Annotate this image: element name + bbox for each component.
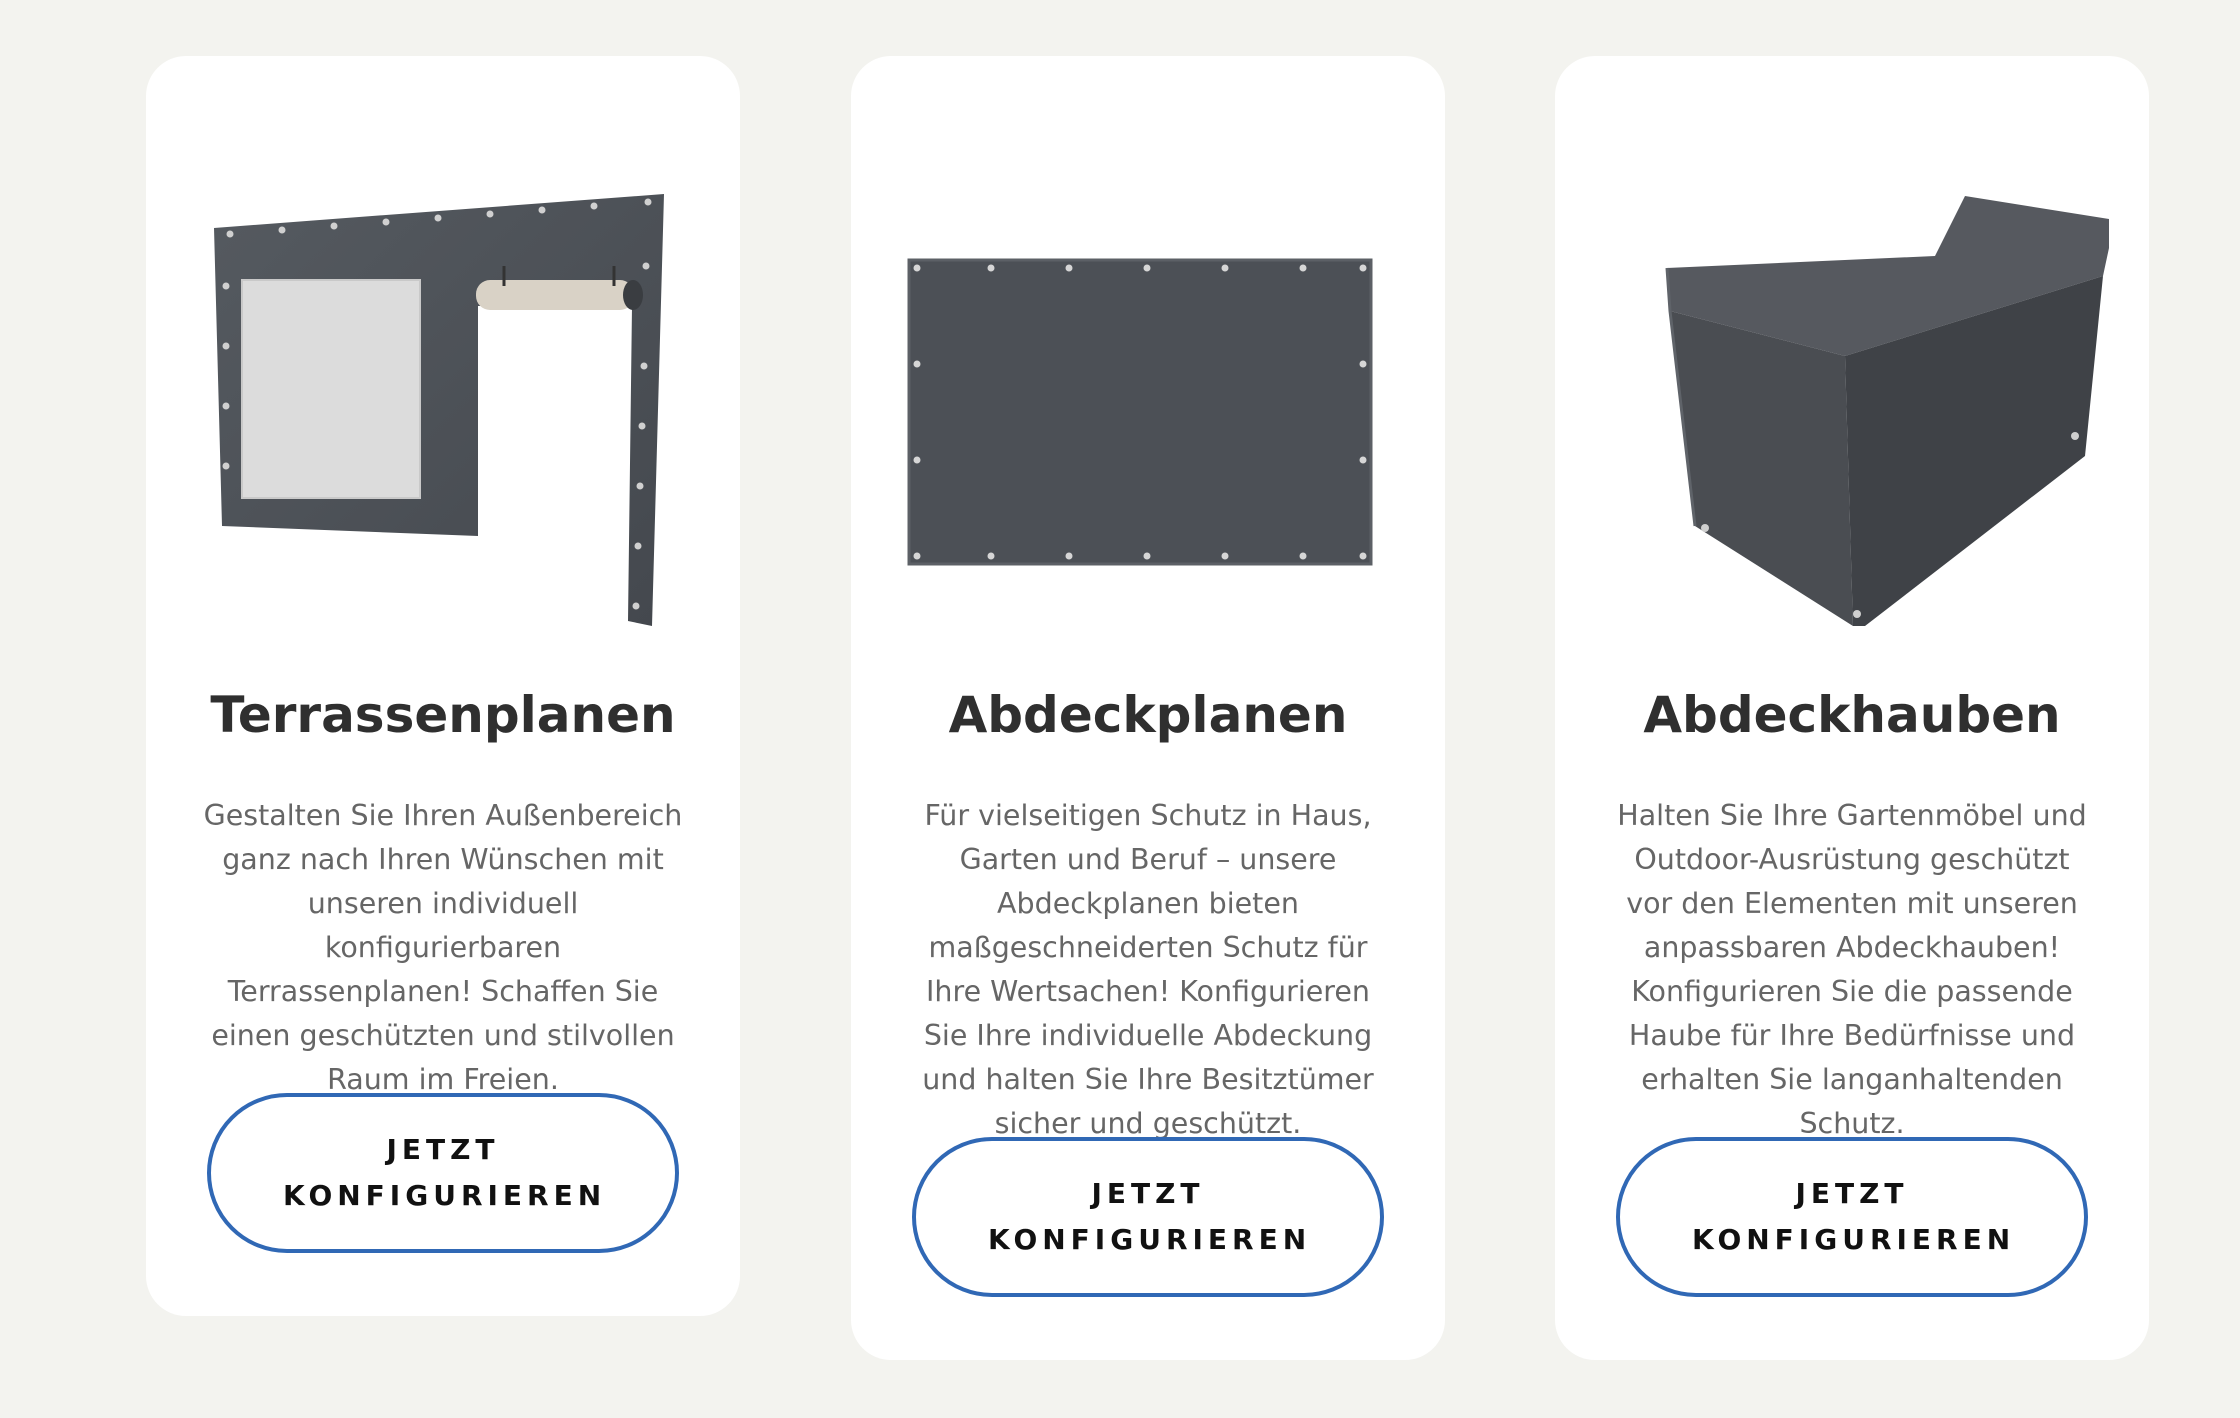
- configure-now-button[interactable]: JETZT KONFIGURIEREN: [1616, 1137, 2088, 1297]
- card-description: Gestalten Sie Ihren Außenbereich ganz na…: [203, 799, 683, 1096]
- card-title: Abdeckplanen: [948, 686, 1348, 744]
- furniture-hood-image: [1595, 116, 2109, 656]
- product-card-abdeckhauben: Abdeckhauben Halten Sie Ihre Gartenmöbel…: [1555, 56, 2149, 1360]
- card-title: Terrassenplanen: [210, 686, 676, 744]
- configure-now-label: JETZT KONFIGURIEREN: [283, 1133, 607, 1212]
- card-description: Für vielseitigen Schutz in Haus, Garten …: [922, 799, 1374, 1140]
- product-card-abdeckplanen: Abdeckplanen Für vielseitigen Schutz in …: [851, 56, 1445, 1360]
- product-card-terrassenplanen: Terrassenplanen Gestalten Sie Ihren Auße…: [146, 56, 740, 1316]
- configure-now-button[interactable]: JETZT KONFIGURIEREN: [207, 1093, 679, 1253]
- configure-now-label: JETZT KONFIGURIEREN: [988, 1177, 1312, 1256]
- terrace-curtain-image: [186, 116, 700, 656]
- card-description: Halten Sie Ihre Gartenmöbel und Outdoor-…: [1617, 799, 2087, 1140]
- configure-now-button[interactable]: JETZT KONFIGURIEREN: [912, 1137, 1384, 1297]
- configure-now-label: JETZT KONFIGURIEREN: [1692, 1177, 2016, 1256]
- card-title: Abdeckhauben: [1643, 686, 2061, 744]
- cover-tarp-image: [891, 116, 1405, 656]
